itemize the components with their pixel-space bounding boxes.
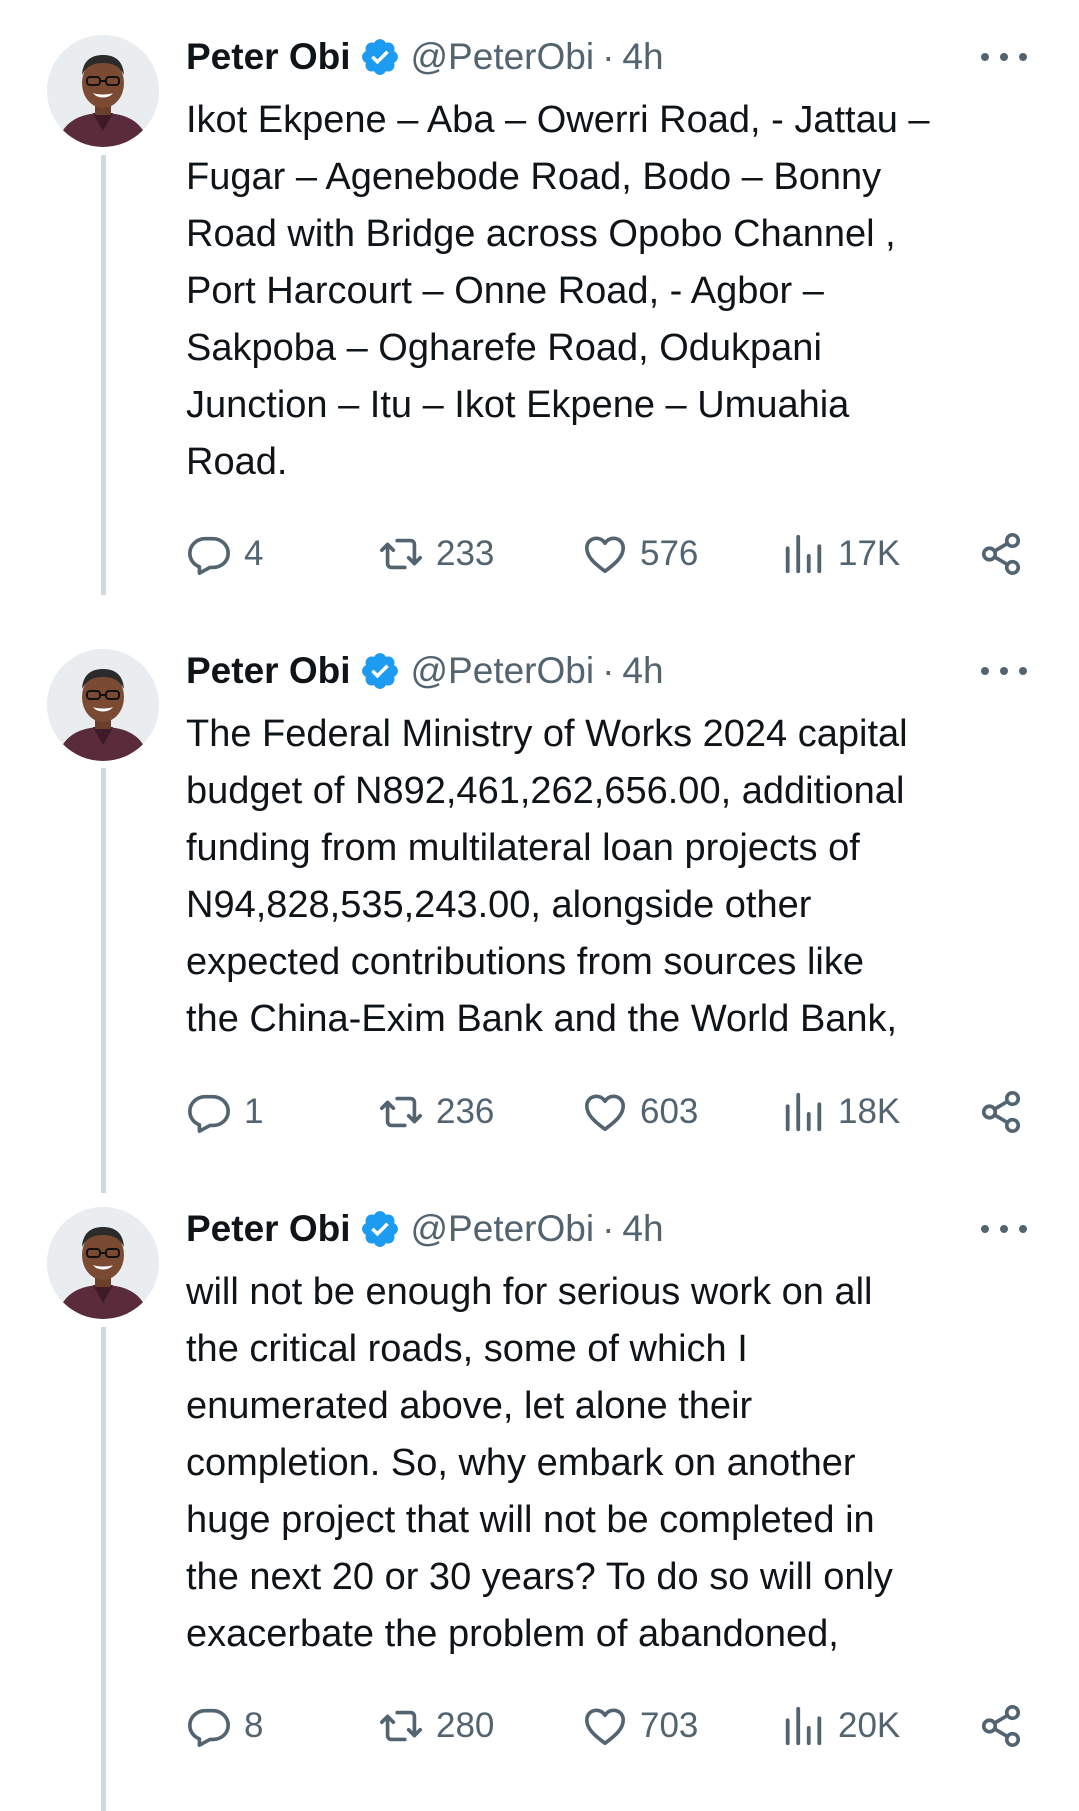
like-icon [582,1703,628,1749]
tweet-header: Peter Obi @PeterObi · 4h [186,1204,664,1254]
separator: · [602,650,615,691]
tweet[interactable]: Peter Obi @PeterObi · 4h will not be eno… [0,1204,1079,1784]
tweet-header: Peter Obi @PeterObi · 4h [186,32,664,82]
reply-icon [186,1089,232,1135]
reply-icon [186,531,232,577]
like-button[interactable]: 576 [582,528,698,580]
views-count: 18K [838,1092,901,1131]
tweet-actions: 4 233 576 17K [186,528,1026,580]
tweet-text: Ikot Ekpene – Aba – Owerri Road, - Jatta… [186,99,930,483]
verified-badge-icon [359,650,401,692]
author-handle[interactable]: @PeterObi [411,36,595,78]
retweet-count: 233 [436,534,495,573]
share-icon [978,531,1024,577]
tweet-actions: 8 280 703 20K [186,1700,1026,1752]
like-button[interactable]: 603 [582,1086,698,1138]
like-count: 576 [640,534,699,573]
reply-button[interactable]: 1 [186,1086,263,1138]
tweet-text: will not be enough for serious work on a… [186,1271,893,1655]
avatar[interactable] [47,649,159,761]
verified-badge-icon [359,36,401,78]
retweet-count: 280 [436,1706,495,1745]
share-icon [978,1089,1024,1135]
share-button[interactable] [978,528,1024,580]
tweet-actions: 1 236 603 18K [186,1086,1026,1138]
like-button[interactable]: 703 [582,1700,698,1752]
tweet[interactable]: Peter Obi @PeterObi · 4h Ikot Ekpene – A… [0,32,1079,592]
retweet-count: 236 [436,1092,495,1131]
author-handle[interactable]: @PeterObi [411,1208,595,1250]
views-icon [780,531,826,577]
like-icon [582,531,628,577]
views-icon [780,1089,826,1135]
author-name[interactable]: Peter Obi [186,650,351,692]
more-icon[interactable] [981,654,1027,688]
reply-button[interactable]: 4 [186,528,263,580]
author-name[interactable]: Peter Obi [186,1208,351,1250]
share-icon [978,1703,1024,1749]
retweet-button[interactable]: 236 [378,1086,494,1138]
views-count: 20K [838,1706,901,1745]
views-button[interactable]: 20K [780,1700,900,1752]
retweet-icon [378,531,424,577]
reply-count: 8 [244,1706,264,1745]
timestamp[interactable]: 4h [622,650,663,692]
retweet-button[interactable]: 280 [378,1700,494,1752]
avatar[interactable] [47,35,159,147]
more-icon[interactable] [981,40,1027,74]
like-count: 703 [640,1706,699,1745]
separator: · [602,36,615,77]
timestamp[interactable]: 4h [622,1208,663,1250]
more-icon[interactable] [981,1212,1027,1246]
retweet-icon [378,1703,424,1749]
share-button[interactable] [978,1086,1024,1138]
avatar[interactable] [47,1207,159,1319]
author-handle[interactable]: @PeterObi [411,650,595,692]
reply-icon [186,1703,232,1749]
retweet-icon [378,1089,424,1135]
reply-count: 1 [244,1092,264,1131]
like-icon [582,1089,628,1135]
author-name[interactable]: Peter Obi [186,36,351,78]
tweet-header: Peter Obi @PeterObi · 4h [186,646,664,696]
tweet-text: The Federal Ministry of Works 2024 capit… [186,713,908,1040]
views-icon [780,1703,826,1749]
verified-badge-icon [359,1208,401,1250]
reply-button[interactable]: 8 [186,1700,263,1752]
reply-count: 4 [244,534,264,573]
like-count: 603 [640,1092,699,1131]
views-button[interactable]: 17K [780,528,900,580]
timestamp[interactable]: 4h [622,36,663,78]
retweet-button[interactable]: 233 [378,528,494,580]
share-button[interactable] [978,1700,1024,1752]
separator: · [602,1208,615,1249]
views-button[interactable]: 18K [780,1086,900,1138]
views-count: 17K [838,534,901,573]
tweet[interactable]: Peter Obi @PeterObi · 4h The Federal Min… [0,646,1079,1166]
